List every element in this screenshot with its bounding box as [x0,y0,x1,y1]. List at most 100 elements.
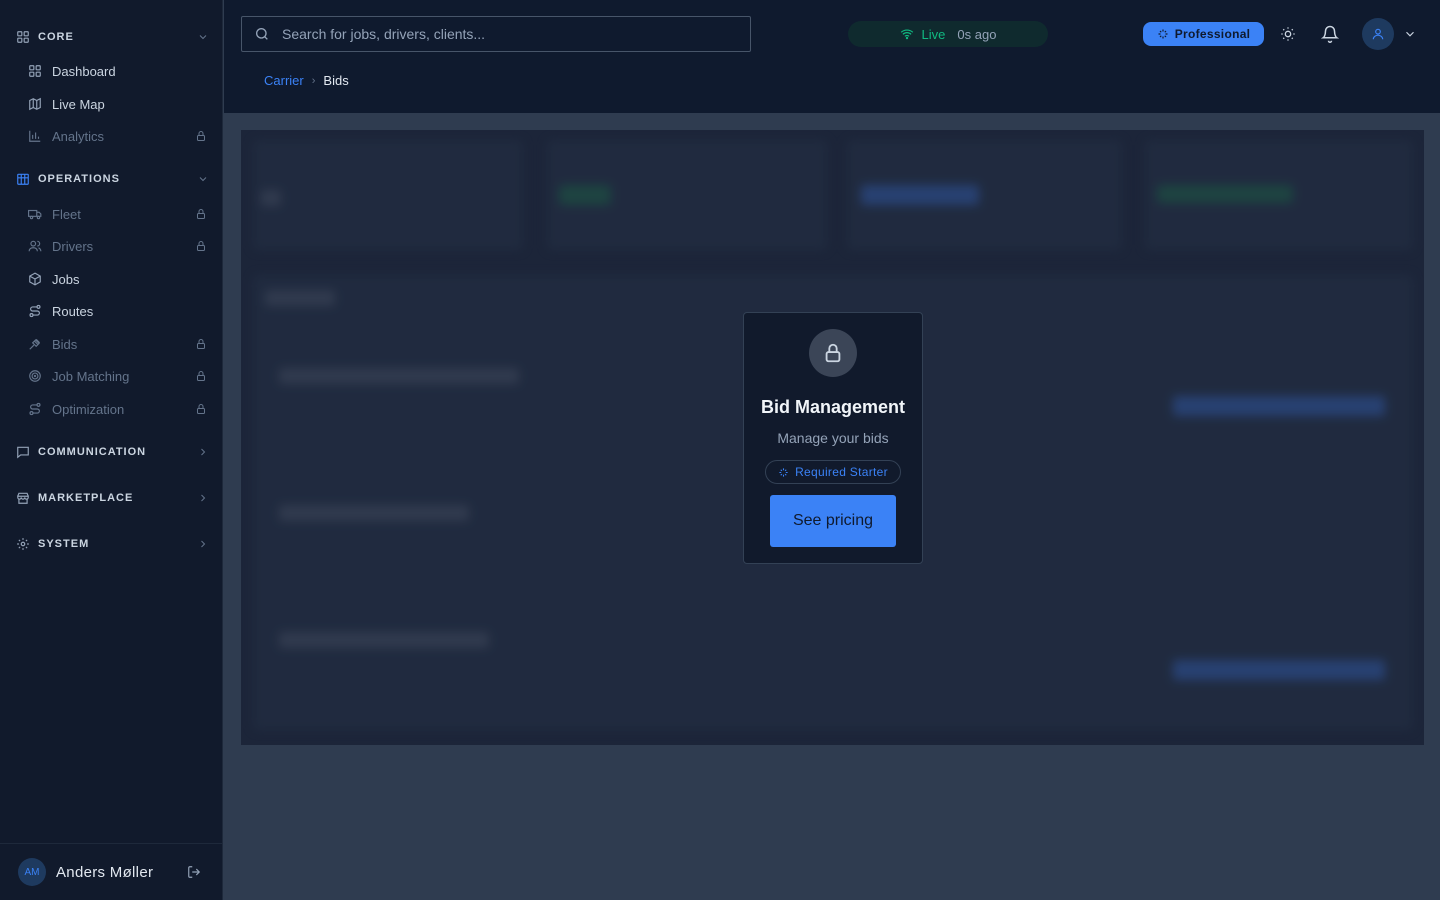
logout-icon[interactable] [187,865,201,879]
feature-title: Bid Management [760,397,906,417]
grid-icon [16,30,30,44]
feature-subtitle: Manage your bids [777,430,889,446]
top-header: Live 0s ago Professional Carrier › Bids [224,0,1440,113]
chevron-down-icon [1406,31,1414,37]
search-input[interactable] [282,26,722,42]
see-pricing-button[interactable]: See pricing [770,495,896,547]
sidebar-item-routes[interactable]: Routes [0,297,223,325]
sidebar-item-label: Job Matching [52,368,130,384]
last-update: 0s ago [957,26,997,42]
sidebar-item-fleet[interactable]: Fleet [0,200,223,228]
sidebar-item-job-matching[interactable]: Job Matching [0,362,223,390]
sidebar-item-label: Optimization [52,401,125,417]
avatar[interactable]: AM [18,858,46,886]
search-icon [255,28,268,40]
sidebar-item-dashboard[interactable]: Dashboard [0,57,223,85]
section-communication[interactable]: COMMUNICATION [0,440,223,464]
section-core[interactable]: CORE [0,25,223,49]
chevron-right-icon [201,448,206,456]
building-icon [16,172,30,186]
package-icon [28,272,42,286]
section-system[interactable]: SYSTEM [0,532,223,556]
section-marketplace-label: MARKETPLACE [38,492,134,504]
sidebar-item-label: Live Map [52,96,105,112]
lock-icon [197,371,205,381]
bell-icon [1321,25,1339,43]
sidebar-item-label: Bids [52,336,78,352]
live-status-pill: Live 0s ago [848,21,1048,47]
blurred-bar [1157,185,1293,203]
chevron-right-icon [201,540,206,548]
sidebar-item-label: Dashboard [52,63,116,79]
blurred-bar [279,368,519,384]
route-icon [28,402,42,416]
user-name: Anders Møller [56,863,154,881]
theme-toggle-button[interactable] [1278,24,1298,44]
target-icon [28,369,42,383]
sidebar-item-label: Jobs [52,271,80,287]
lock-icon [197,131,205,141]
user-menu-avatar[interactable] [1362,18,1394,50]
chevron-right-icon: › [311,74,316,87]
chevron-down-icon [199,177,207,182]
sparkles-icon [1158,29,1168,39]
section-marketplace[interactable]: MARKETPLACE [0,486,223,510]
users-icon [28,239,42,253]
sidebar-item-label: Analytics [52,128,105,144]
sidebar-item-optimization[interactable]: Optimization [0,395,223,423]
blurred-bar [1173,660,1385,680]
user-icon [1372,28,1384,40]
section-communication-label: COMMUNICATION [38,446,147,458]
route-icon [28,304,42,318]
user-footer: AM Anders Møller [0,843,223,900]
blurred-bar [265,290,335,306]
notifications-button[interactable] [1320,24,1340,44]
bar-chart-icon [28,129,42,143]
blurred-bar [279,505,469,521]
user-menu-toggle[interactable] [1400,24,1420,44]
sidebar-item-analytics[interactable]: Analytics [0,122,223,150]
breadcrumb: Carrier › Bids [264,73,349,88]
chevron-down-icon [199,35,207,40]
feature-locked-card: Bid Management Manage your bids Required… [743,312,923,564]
section-operations[interactable]: OPERATIONS [0,167,223,191]
lock-icon [825,343,841,363]
lock-badge [809,329,857,377]
sidebar: CORE Dashboard Live Map Analytics OPERAT… [0,0,223,900]
section-system-label: SYSTEM [38,538,90,550]
blurred-stat-card [253,140,523,250]
sun-icon [1281,27,1295,41]
dashboard-icon [28,64,42,78]
blurred-bar [261,190,281,206]
required-plan-badge: Required Starter [765,460,901,484]
live-label: Live [921,26,946,42]
section-operations-label: OPERATIONS [38,173,120,185]
sidebar-item-bids[interactable]: Bids [0,330,223,358]
sidebar-item-label: Routes [52,303,94,319]
lock-icon [197,241,205,251]
lock-icon [197,209,205,219]
sidebar-item-drivers[interactable]: Drivers [0,232,223,260]
required-plan-label: Required Starter [795,465,888,479]
blurred-bar [1173,396,1385,416]
blurred-bar [861,185,979,205]
sidebar-item-label: Fleet [52,206,81,222]
chevron-right-icon [201,494,206,502]
store-icon [16,491,30,505]
wifi-icon [900,29,913,40]
blurred-bar [559,185,611,205]
section-core-label: CORE [38,31,74,43]
gavel-icon [28,337,42,351]
blurred-bar [279,632,489,648]
sidebar-item-live-map[interactable]: Live Map [0,90,223,118]
gear-icon [16,537,30,551]
sidebar-item-label: Drivers [52,238,94,254]
sidebar-item-jobs[interactable]: Jobs [0,265,223,293]
message-icon [16,445,30,459]
plan-badge[interactable]: Professional [1143,22,1264,46]
breadcrumb-carrier[interactable]: Carrier [264,73,304,88]
breadcrumb-current: Bids [323,73,349,88]
sparkles-icon [779,467,788,477]
search-box[interactable] [241,16,751,52]
lock-icon [197,339,205,349]
